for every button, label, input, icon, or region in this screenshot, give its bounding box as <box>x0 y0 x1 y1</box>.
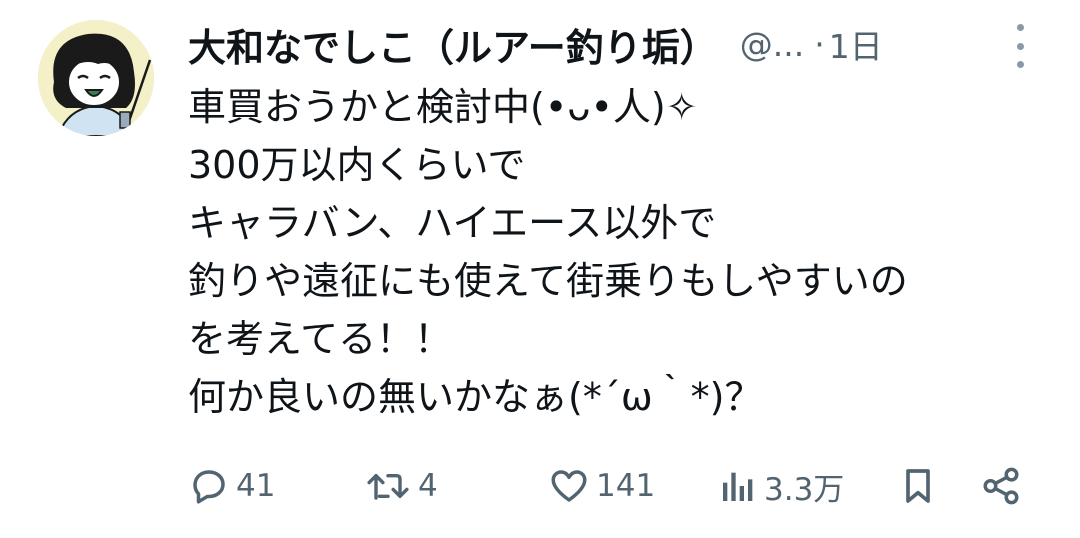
tweet-line: キャラバン、ハイエース以外で <box>188 201 717 245</box>
share-icon <box>980 465 1022 507</box>
author-handle[interactable]: @... <box>740 25 804 64</box>
more-dot <box>1016 61 1024 68</box>
author-name[interactable]: 大和なでしこ（ルアー釣り垢） <box>188 17 718 72</box>
like-count: 141 <box>596 468 656 504</box>
more-dot <box>1016 42 1024 50</box>
tweet-text: 車買おうかと検討中(•ᴗ•人)✧ 300万以内くらいで キャラバン、ハイエース以… <box>188 78 1048 426</box>
tweet-line: 車買おうかと検討中(•ᴗ•人)✧ <box>188 85 698 129</box>
retweet-icon <box>364 465 412 507</box>
tweet-header: 大和なでしこ（ルアー釣り垢） @... · 1日 <box>188 14 988 74</box>
reply-button[interactable]: 41 <box>188 460 275 512</box>
retweet-count: 4 <box>418 468 438 504</box>
reply-icon <box>188 465 230 507</box>
views-button[interactable]: 3.3万 <box>718 460 844 512</box>
action-bar: 41 4 141 3.3万 <box>188 460 1048 512</box>
separator-dot: · <box>814 24 825 64</box>
view-count: 3.3万 <box>764 471 845 508</box>
tweet-line: 釣りや遠征にも使えて街乗りもしやすいの <box>188 259 908 303</box>
tweet-line: 何か良いの無いかなぁ(*´ω｀*)？ <box>188 375 763 419</box>
reply-count: 41 <box>236 468 276 504</box>
heart-icon <box>548 465 590 507</box>
views-icon <box>718 466 758 506</box>
tweet-line: 300万以内くらいで <box>188 143 526 187</box>
avatar[interactable] <box>38 20 154 136</box>
retweet-button[interactable]: 4 <box>364 460 438 512</box>
share-button[interactable] <box>980 460 1022 512</box>
more-vertical-icon[interactable] <box>1006 24 1034 68</box>
bookmark-button[interactable] <box>898 460 938 512</box>
more-dot <box>1016 24 1024 31</box>
timestamp[interactable]: 1日 <box>829 20 883 68</box>
bookmark-icon <box>898 465 938 507</box>
like-button[interactable]: 141 <box>548 460 655 512</box>
tweet-line: を考えてる！！ <box>188 317 453 361</box>
